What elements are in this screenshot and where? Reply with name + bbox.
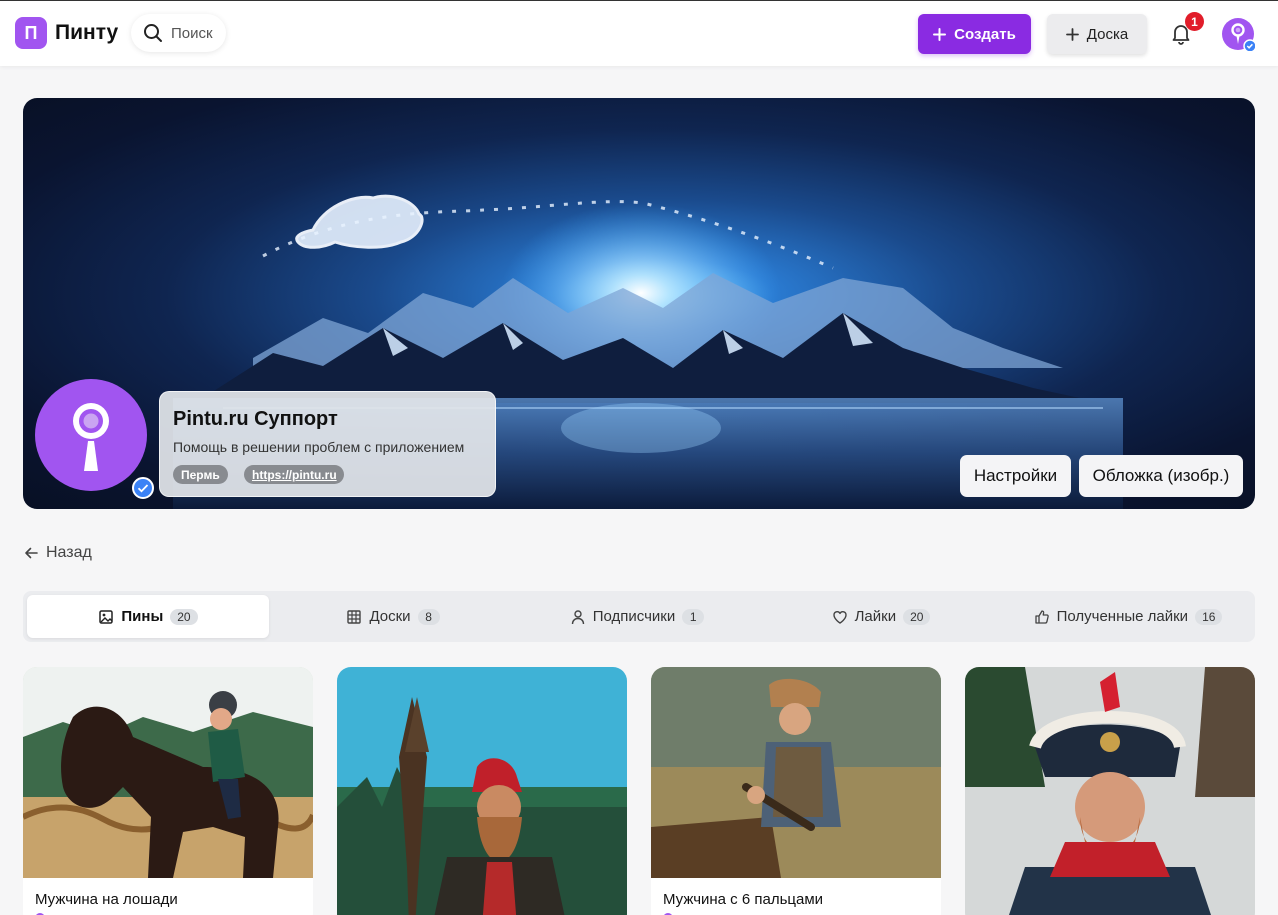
tab-count: 20 xyxy=(903,608,931,625)
image-icon xyxy=(99,609,114,624)
notification-badge: 1 xyxy=(1185,12,1204,31)
add-board-button[interactable]: Доска xyxy=(1047,14,1147,54)
profile-name: Pintu.ru Суппорт xyxy=(173,408,338,430)
profile-info-card: Pintu.ru Суппорт Помощь в решении пробле… xyxy=(159,391,496,497)
pin-card[interactable]: Мужчина с 6 пальцами xyxy=(651,667,941,915)
search-input[interactable] xyxy=(171,24,223,42)
website-link[interactable]: https://pintu.ru xyxy=(244,465,344,484)
pin-image xyxy=(965,667,1255,915)
tab-count: 20 xyxy=(170,608,198,625)
pin-title: Мужчина с 6 пальцами xyxy=(663,891,824,908)
search-icon xyxy=(144,24,162,42)
pin-card[interactable] xyxy=(337,667,627,915)
arrow-left-icon xyxy=(25,547,38,559)
tab-likes[interactable]: Лайки 20 xyxy=(761,595,1001,638)
profile-avatar xyxy=(35,379,147,491)
profile-description: Помощь в решении проблем с приложением xyxy=(173,439,465,455)
back-link[interactable]: Назад xyxy=(24,542,92,564)
user-icon xyxy=(571,609,584,624)
pin-title: Мужчина на лошади xyxy=(35,891,178,908)
tab-label: Полученные лайки xyxy=(1056,608,1189,625)
tab-count: 8 xyxy=(417,608,440,625)
back-label: Назад xyxy=(46,544,92,561)
user-avatar[interactable] xyxy=(1222,18,1255,51)
create-button[interactable]: Создать xyxy=(918,14,1031,54)
tab-followers[interactable]: Подписчики 1 xyxy=(517,595,757,638)
tab-label: Лайки xyxy=(854,608,897,625)
profile-tabs: Пины 20 Доски 8 Подписчики 1 Лайки 20 По… xyxy=(23,591,1255,642)
verified-icon xyxy=(1243,39,1255,51)
logo-icon[interactable]: П xyxy=(15,17,47,49)
pin-card[interactable] xyxy=(965,667,1255,915)
heart-icon xyxy=(832,610,847,624)
tab-pins[interactable]: Пины 20 xyxy=(27,595,269,638)
plus-icon xyxy=(933,27,947,41)
city-chip: Пермь xyxy=(173,465,228,484)
create-button-label: Создать xyxy=(954,25,1016,43)
verified-icon xyxy=(132,477,154,499)
tab-count: 16 xyxy=(1195,608,1223,625)
tab-label: Доски xyxy=(369,608,411,625)
plus-icon xyxy=(1065,27,1079,41)
logo-text[interactable]: Пинту xyxy=(55,21,118,45)
tab-received-likes[interactable]: Полученные лайки 16 xyxy=(1005,595,1251,638)
search-box[interactable] xyxy=(131,14,226,52)
tab-count: 1 xyxy=(682,608,705,625)
add-board-button-label: Доска xyxy=(1086,25,1129,43)
settings-button[interactable]: Настройки xyxy=(960,455,1071,497)
pin-image xyxy=(337,667,627,915)
tab-label: Подписчики xyxy=(592,608,676,625)
change-cover-button[interactable]: Обложка (изобр.) xyxy=(1079,455,1243,497)
tab-label: Пины xyxy=(121,608,164,625)
tab-boards[interactable]: Доски 8 xyxy=(273,595,513,638)
top-bar: П Пинту Создать Доска 1 xyxy=(0,0,1278,66)
grid-icon xyxy=(347,609,362,624)
pin-card[interactable]: Мужчина на лошади xyxy=(23,667,313,915)
pin-image xyxy=(23,667,313,878)
thumbs-up-icon xyxy=(1034,609,1049,624)
pin-image xyxy=(651,667,941,878)
